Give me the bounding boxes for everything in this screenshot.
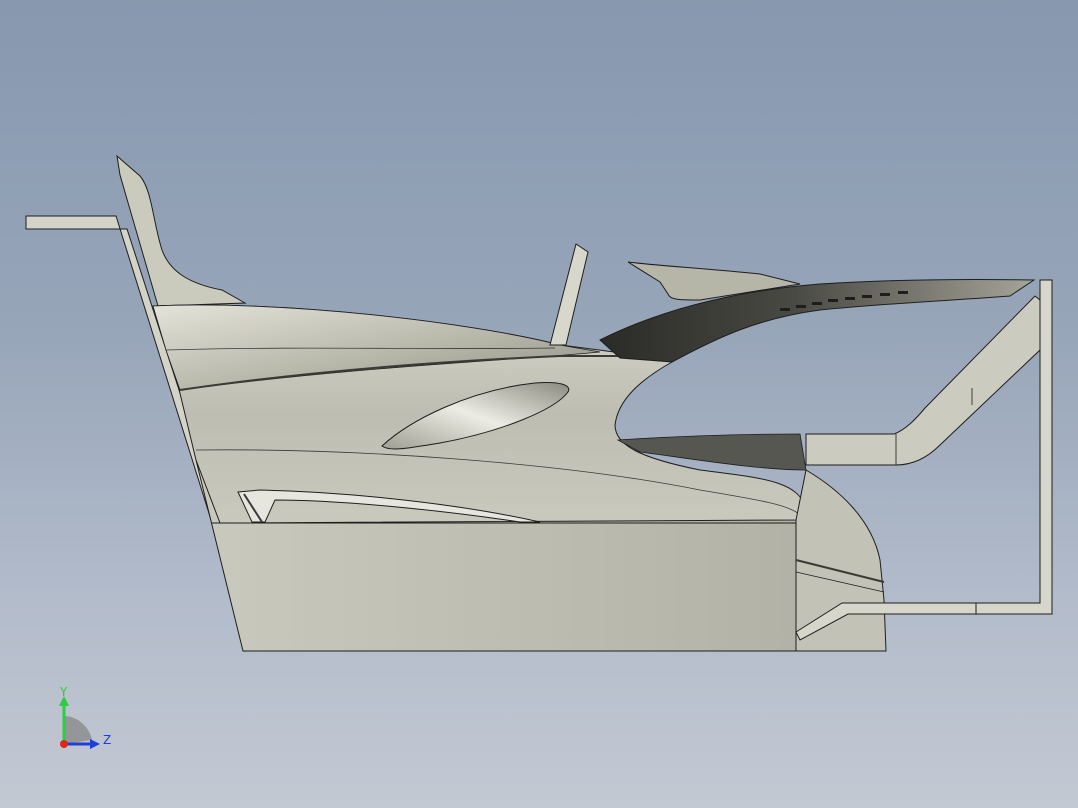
orientation-triad: Y Z — [59, 686, 111, 749]
cad-viewport[interactable]: Y Z — [0, 0, 1078, 808]
y-axis-label: Y — [59, 686, 68, 699]
z-axis-arrow — [90, 739, 100, 749]
x-axis-dot — [60, 740, 68, 748]
triad-arc — [64, 716, 92, 744]
swept-wing — [599, 278, 1036, 363]
seat-back-fin — [116, 154, 247, 307]
mirror-stalk — [549, 243, 589, 346]
z-axis-label: Z — [103, 733, 111, 747]
part-model[interactable] — [0, 0, 1078, 808]
rear-strut — [805, 295, 1041, 466]
